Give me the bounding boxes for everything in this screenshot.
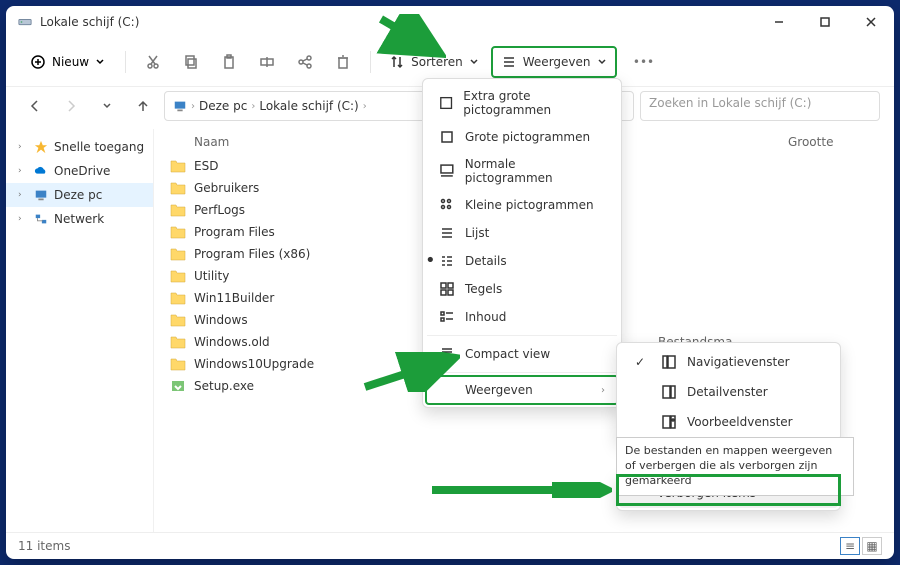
rename-button[interactable]: [250, 46, 284, 78]
crumb-item[interactable]: Deze pc: [199, 99, 247, 113]
file-name: Utility: [194, 269, 229, 283]
sort-icon: [389, 54, 405, 70]
status-bar: 11 items ≡ ▦: [6, 532, 894, 559]
tooltip: De bestanden en mappen weergeven of verb…: [616, 437, 854, 496]
delete-button[interactable]: [326, 46, 360, 78]
navtree-label: Snelle toegang: [54, 140, 144, 154]
col-type[interactable]: [658, 135, 788, 149]
chevron-right-icon: ›: [18, 190, 28, 200]
navtree-label: Deze pc: [54, 188, 102, 202]
view-button[interactable]: Weergeven: [491, 46, 617, 78]
crumb-item[interactable]: Lokale schijf (C:): [259, 99, 358, 113]
view-menu: Extra grote pictogrammenGrote pictogramm…: [422, 78, 622, 408]
checkmark-icon: ✓: [635, 355, 651, 369]
chevron-down-icon: [469, 57, 479, 67]
view-label: Weergeven: [523, 55, 591, 69]
navtree-item[interactable]: › Netwerk: [6, 207, 153, 231]
navtree-item[interactable]: › OneDrive: [6, 159, 153, 183]
search-input[interactable]: Zoeken in Lokale schijf (C:): [640, 91, 880, 121]
drive-icon: [18, 15, 32, 29]
titlebar: Lokale schijf (C:): [6, 6, 894, 38]
cut-button[interactable]: [136, 46, 170, 78]
show-submenu-trigger[interactable]: Weergeven›: [425, 375, 619, 405]
more-button[interactable]: •••: [627, 46, 661, 78]
minimize-button[interactable]: [756, 6, 802, 38]
file-name: Program Files (x86): [194, 247, 310, 261]
file-name: Windows10Upgrade: [194, 357, 314, 371]
divider: [370, 51, 371, 73]
divider: [125, 51, 126, 73]
navtree-label: OneDrive: [54, 164, 110, 178]
navtree-label: Netwerk: [54, 212, 104, 226]
forward-button[interactable]: [56, 91, 86, 121]
sort-label: Sorteren: [411, 55, 463, 69]
back-button[interactable]: [20, 91, 50, 121]
view-option[interactable]: •Details: [427, 247, 617, 275]
file-name: Setup.exe: [194, 379, 254, 393]
share-button[interactable]: [288, 46, 322, 78]
file-name: Program Files: [194, 225, 275, 239]
chevron-right-icon: ›: [18, 214, 28, 224]
view-option[interactable]: Tegels: [427, 275, 617, 303]
view-option[interactable]: Kleine pictogrammen: [427, 191, 617, 219]
file-name: Windows: [194, 313, 248, 327]
copy-button[interactable]: [174, 46, 208, 78]
recent-button[interactable]: [92, 91, 122, 121]
item-count: 11 items: [18, 539, 70, 553]
pc-icon: [173, 98, 187, 114]
maximize-button[interactable]: [802, 6, 848, 38]
list-icon: [501, 54, 517, 70]
details-layout-button[interactable]: ≡: [840, 537, 860, 555]
file-name: Gebruikers: [194, 181, 259, 195]
navigation-pane: › Snelle toegang › OneDrive › Deze pc › Netwerk: [6, 129, 154, 532]
chevron-down-icon: [95, 57, 105, 67]
show-submenu: ✓NavigatievensterDetailvensterVoorbeeldv…: [616, 342, 841, 442]
chevron-down-icon: [597, 57, 607, 67]
pane-toggle[interactable]: Detailvenster: [621, 377, 836, 407]
up-button[interactable]: [128, 91, 158, 121]
view-option[interactable]: Grote pictogrammen: [427, 123, 617, 151]
new-button[interactable]: Nieuw: [20, 48, 115, 76]
pane-toggle[interactable]: Voorbeeldvenster: [621, 407, 836, 437]
navtree-item[interactable]: › Deze pc: [6, 183, 153, 207]
file-name: ESD: [194, 159, 218, 173]
icons-layout-button[interactable]: ▦: [862, 537, 882, 555]
file-name: Windows.old: [194, 335, 270, 349]
chevron-right-icon: ›: [18, 166, 28, 176]
file-name: PerfLogs: [194, 203, 245, 217]
chevron-right-icon: ›: [363, 101, 367, 112]
navtree-item[interactable]: › Snelle toegang: [6, 135, 153, 159]
chevron-right-icon: ›: [601, 385, 605, 396]
new-label: Nieuw: [52, 55, 89, 69]
chevron-right-icon: ›: [251, 101, 255, 112]
view-option[interactable]: Inhoud: [427, 303, 617, 331]
window-title: Lokale schijf (C:): [40, 15, 756, 29]
view-option[interactable]: Lijst: [427, 219, 617, 247]
col-size[interactable]: Grootte: [788, 135, 878, 149]
compact-view-toggle[interactable]: Compact view: [427, 340, 617, 368]
view-option[interactable]: Normale pictogrammen: [427, 151, 617, 191]
chevron-right-icon: ›: [191, 101, 195, 112]
sort-button[interactable]: Sorteren: [381, 48, 487, 76]
view-option[interactable]: Extra grote pictogrammen: [427, 83, 617, 123]
chevron-right-icon: ›: [18, 142, 28, 152]
file-name: Win11Builder: [194, 291, 274, 305]
plus-circle-icon: [30, 54, 46, 70]
pane-toggle[interactable]: ✓Navigatievenster: [621, 347, 836, 377]
paste-button[interactable]: [212, 46, 246, 78]
close-button[interactable]: [848, 6, 894, 38]
